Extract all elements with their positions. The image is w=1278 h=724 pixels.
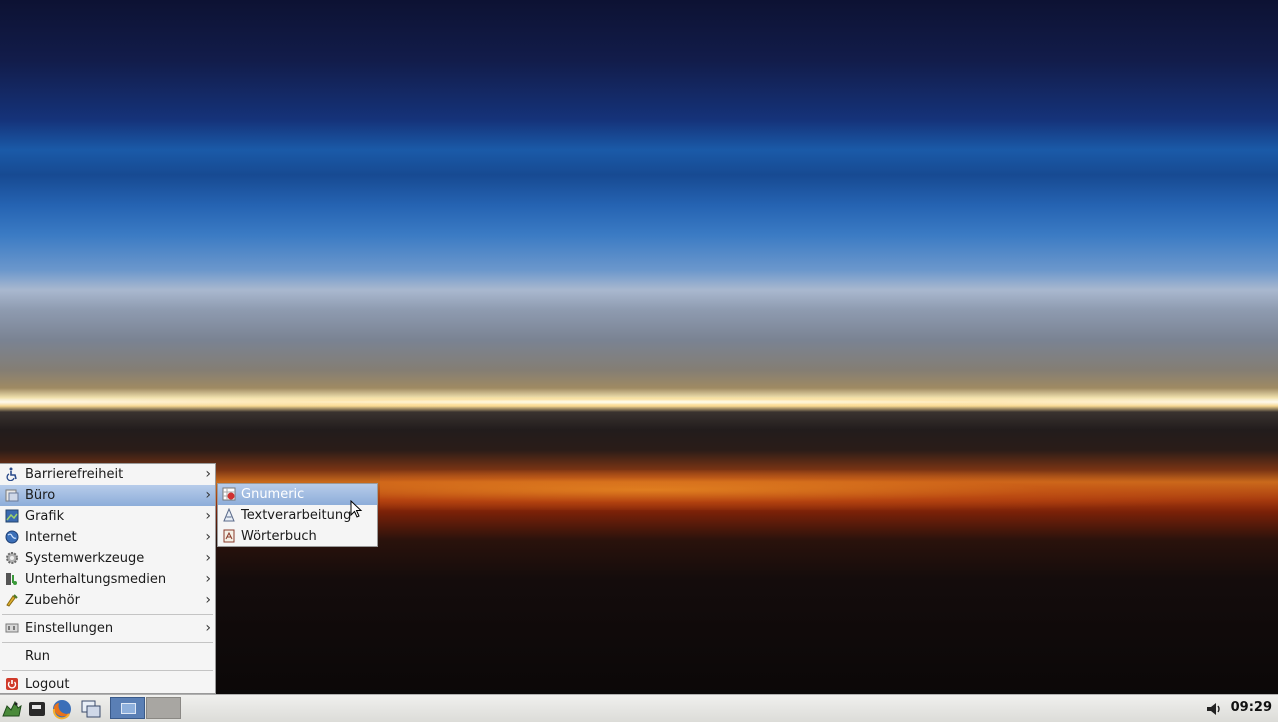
- menu-item-label: Barrierefreiheit: [25, 467, 124, 482]
- menu-item-logout[interactable]: Logout: [0, 674, 215, 695]
- logout-power-icon: [5, 677, 19, 691]
- menu-item-label: Grafik: [25, 509, 65, 524]
- word-processor-icon: [222, 507, 236, 522]
- office-icon: [5, 488, 19, 502]
- menu-item-label: Büro: [25, 488, 56, 503]
- chevron-right-icon: ›: [205, 620, 211, 636]
- taskbar-panel: 09:29: [0, 694, 1278, 722]
- lxde-menu-icon[interactable]: [1, 698, 23, 720]
- menu-separator: [2, 614, 213, 615]
- menu-item-grafik[interactable]: Grafik ›: [0, 506, 215, 527]
- clock[interactable]: 09:29: [1231, 695, 1272, 721]
- horizon-flare: [0, 397, 1278, 407]
- submenu-item-woerterbuch[interactable]: Wörterbuch: [218, 526, 377, 547]
- chevron-right-icon: ›: [205, 487, 211, 503]
- accessibility-icon: [5, 467, 19, 482]
- multimedia-icon: [5, 572, 19, 586]
- menu-item-label: Einstellungen: [25, 621, 114, 636]
- desktop-2[interactable]: [146, 697, 181, 719]
- menu-item-internet[interactable]: Internet ›: [0, 527, 215, 548]
- menu-item-systemwerkzeuge[interactable]: Systemwerkzeuge ›: [0, 548, 215, 569]
- chevron-right-icon: ›: [205, 550, 211, 566]
- menu-item-label: Logout: [25, 677, 70, 692]
- submenu-item-label: Wörterbuch: [241, 529, 317, 544]
- menu-item-label: Zubehör: [25, 593, 80, 608]
- settings-icon: [5, 621, 19, 635]
- window-switcher-icon[interactable]: [80, 698, 102, 720]
- chevron-right-icon: ›: [205, 592, 211, 608]
- menu-separator: [2, 642, 213, 643]
- gnumeric-icon: [222, 487, 236, 501]
- menu-item-label: Run: [25, 649, 50, 664]
- chevron-right-icon: ›: [205, 571, 211, 587]
- dictionary-icon: [222, 529, 236, 543]
- menu-item-barrierefreiheit[interactable]: Barrierefreiheit ›: [0, 464, 215, 485]
- application-menu: Barrierefreiheit › Büro › Grafik › Inter…: [0, 463, 216, 694]
- desktop-1[interactable]: [110, 697, 145, 719]
- menu-item-label: Systemwerkzeuge: [25, 551, 145, 566]
- submenu-item-label: Gnumeric: [241, 487, 305, 502]
- menu-item-unterhaltungsmedien[interactable]: Unterhaltungsmedien ›: [0, 569, 215, 590]
- file-manager-icon[interactable]: [26, 698, 48, 720]
- menu-item-einstellungen[interactable]: Einstellungen ›: [0, 618, 215, 639]
- menu-item-label: Unterhaltungsmedien: [25, 572, 167, 587]
- chevron-right-icon: ›: [205, 529, 211, 545]
- menu-separator: [2, 670, 213, 671]
- chevron-right-icon: ›: [205, 466, 211, 482]
- menu-item-label: Internet: [25, 530, 77, 545]
- chevron-right-icon: ›: [205, 508, 211, 524]
- menu-item-zubehoer[interactable]: Zubehör ›: [0, 590, 215, 611]
- menu-item-buero[interactable]: Büro ›: [0, 485, 215, 506]
- accessories-icon: [5, 593, 19, 607]
- volume-icon[interactable]: [1203, 698, 1225, 720]
- system-tools-gear-icon: [5, 551, 19, 565]
- horizon-glow: [380, 470, 1278, 510]
- menu-item-run[interactable]: Run: [0, 646, 215, 667]
- graphics-icon: [5, 509, 19, 523]
- mouse-pointer-icon: [350, 499, 364, 520]
- internet-globe-icon: [5, 530, 19, 544]
- submenu-item-label: Textverarbeitung: [241, 508, 352, 523]
- firefox-icon[interactable]: [51, 698, 73, 720]
